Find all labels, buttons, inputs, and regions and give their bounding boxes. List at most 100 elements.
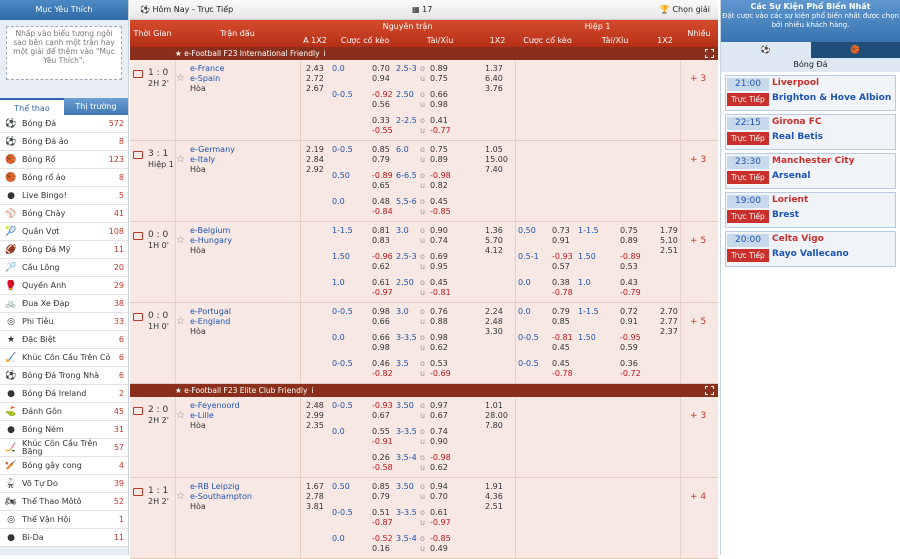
odds-cell[interactable]: 0.45 (552, 359, 570, 369)
odds-cell[interactable]: 0.91 (552, 236, 570, 246)
odds-cell[interactable]: 0.90 (430, 226, 448, 236)
odds-cell[interactable]: 0.56 (372, 100, 390, 110)
away-team[interactable]: e-England (190, 317, 230, 327)
more-bets[interactable]: + 3 (690, 155, 706, 165)
odds-cell[interactable]: 0.76 (430, 307, 448, 317)
odds-cell[interactable]: 0.33 (372, 116, 390, 126)
a1x2-odds[interactable]: 2.99 (306, 411, 324, 421)
odds-cell[interactable]: 1.0 (332, 278, 345, 288)
odds-cell[interactable]: 0.88 (430, 317, 448, 327)
tv-icon[interactable] (133, 232, 143, 240)
odds-cell[interactable]: -0.77 (430, 126, 451, 136)
odds-cell[interactable]: 0.36 (620, 359, 638, 369)
odds-cell[interactable]: 3.5-4 (396, 534, 417, 544)
event-home[interactable]: Celta Vigo (772, 234, 824, 244)
odds-cell[interactable]: 7.40 (485, 165, 503, 175)
odds-cell[interactable]: 0.79 (552, 307, 570, 317)
odds-cell[interactable]: 3.0 (396, 226, 409, 236)
odds-cell[interactable]: 0.0 (332, 427, 345, 437)
away-team[interactable]: e-Italy (190, 155, 215, 165)
odds-cell[interactable]: -0.58 (372, 463, 393, 473)
sport-item[interactable]: 🏈Bóng Đá Mỹ11 (0, 241, 128, 259)
odds-cell[interactable]: 2.51 (660, 246, 678, 256)
star-icon[interactable]: ☆ (176, 411, 185, 421)
away-team[interactable]: e-Lille (190, 411, 214, 421)
tab-market[interactable]: Thị trường (64, 98, 128, 115)
odds-cell[interactable]: 0.91 (620, 317, 638, 327)
tab-sports[interactable]: Thể thao (0, 98, 64, 115)
odds-cell[interactable]: 0.74 (430, 427, 448, 437)
odds-cell[interactable]: 0.72 (620, 307, 638, 317)
event-home[interactable]: Manchester City (772, 156, 854, 166)
odds-cell[interactable]: 28.00 (485, 411, 508, 421)
odds-cell[interactable]: 0-0.5 (332, 359, 353, 369)
odds-cell[interactable]: -0.93 (372, 401, 393, 411)
home-team[interactable]: e-Germany (190, 145, 235, 155)
odds-cell[interactable]: 0-0.5 (518, 359, 539, 369)
a1x2-odds[interactable]: 2.48 (306, 401, 324, 411)
odds-cell[interactable]: -0.78 (552, 369, 573, 379)
odds-cell[interactable]: 7.80 (485, 421, 503, 431)
odds-cell[interactable]: 0.0 (332, 333, 345, 343)
odds-cell[interactable]: 1.37 (485, 64, 503, 74)
home-team[interactable]: e-Belgium (190, 226, 230, 236)
popular-event[interactable]: 21:00Trực TiếpLiverpoolBrighton & Hove A… (725, 75, 896, 111)
odds-cell[interactable]: -0.72 (620, 369, 641, 379)
odds-cell[interactable]: 1.36 (485, 226, 503, 236)
odds-cell[interactable]: 0.62 (372, 262, 390, 272)
odds-cell[interactable]: 0.74 (430, 236, 448, 246)
odds-cell[interactable]: 2.48 (485, 317, 503, 327)
odds-cell[interactable]: -0.87 (372, 518, 393, 528)
tv-icon[interactable] (133, 407, 143, 415)
odds-cell[interactable]: 3.76 (485, 84, 503, 94)
odds-cell[interactable]: 2.37 (660, 327, 678, 337)
a1x2-odds[interactable]: 2.78 (306, 492, 324, 502)
sport-item[interactable]: 🏑Khúc Côn Cầu Trên Cỏ6 (0, 349, 128, 367)
a1x2-odds[interactable]: 2.43 (306, 64, 324, 74)
more-bets[interactable]: + 3 (690, 411, 706, 421)
odds-cell[interactable]: 0-0.5 (332, 307, 353, 317)
sport-item[interactable]: 🏸Cầu Lông20 (0, 259, 128, 277)
odds-cell[interactable]: 0.43 (620, 278, 638, 288)
popular-event[interactable]: 23:30Trực TiếpManchester CityArsenal (725, 153, 896, 189)
odds-cell[interactable]: 0.61 (372, 278, 390, 288)
odds-cell[interactable]: 2.24 (485, 307, 503, 317)
tv-icon[interactable] (133, 151, 143, 159)
sport-item[interactable]: ★Đặc Biệt6 (0, 331, 128, 349)
odds-cell[interactable]: -0.92 (372, 90, 393, 100)
odds-cell[interactable]: 0.49 (430, 544, 448, 554)
star-icon[interactable]: ★ (175, 49, 184, 58)
popular-event[interactable]: 19:00Trực TiếpLorientBrest (725, 192, 896, 228)
odds-cell[interactable]: 0.53 (430, 359, 448, 369)
odds-cell[interactable]: 0.75 (430, 145, 448, 155)
tv-icon[interactable] (133, 488, 143, 496)
odds-cell[interactable]: 1.79 (660, 226, 678, 236)
odds-cell[interactable]: 1.50 (578, 252, 596, 262)
odds-cell[interactable]: 1-1.5 (578, 226, 599, 236)
choose-league-button[interactable]: 🏆 Chọn giải (660, 5, 710, 14)
odds-cell[interactable]: 0.85 (372, 145, 390, 155)
event-away[interactable]: Brighton & Hove Albion (772, 93, 891, 103)
odds-cell[interactable]: 2.5-3 (396, 252, 417, 262)
odds-cell[interactable]: 1.01 (485, 401, 503, 411)
sport-item[interactable]: ◎Phi Tiêu33 (0, 313, 128, 331)
odds-cell[interactable]: 5.70 (485, 236, 503, 246)
odds-cell[interactable]: 0.98 (430, 100, 448, 110)
odds-cell[interactable]: 0.0 (518, 307, 531, 317)
odds-cell[interactable]: 5.5-6 (396, 197, 417, 207)
odds-cell[interactable]: 0.97 (430, 401, 448, 411)
odds-cell[interactable]: 0.38 (552, 278, 570, 288)
a1x2-odds[interactable]: 2.35 (306, 421, 324, 431)
grid-icon[interactable] (705, 386, 714, 395)
odds-cell[interactable]: 0.90 (430, 437, 448, 447)
odds-cell[interactable]: 0.0 (518, 278, 531, 288)
odds-cell[interactable]: 3-3.5 (396, 427, 417, 437)
sport-item[interactable]: 🎾Quần Vợt108 (0, 223, 128, 241)
event-away[interactable]: Real Betis (772, 132, 823, 142)
odds-cell[interactable]: -0.98 (430, 171, 451, 181)
odds-cell[interactable]: -0.98 (430, 453, 451, 463)
more-bets[interactable]: + 3 (690, 74, 706, 84)
odds-cell[interactable]: 0.26 (372, 453, 390, 463)
tv-icon[interactable] (133, 70, 143, 78)
odds-cell[interactable]: 2-2.5 (396, 116, 417, 126)
